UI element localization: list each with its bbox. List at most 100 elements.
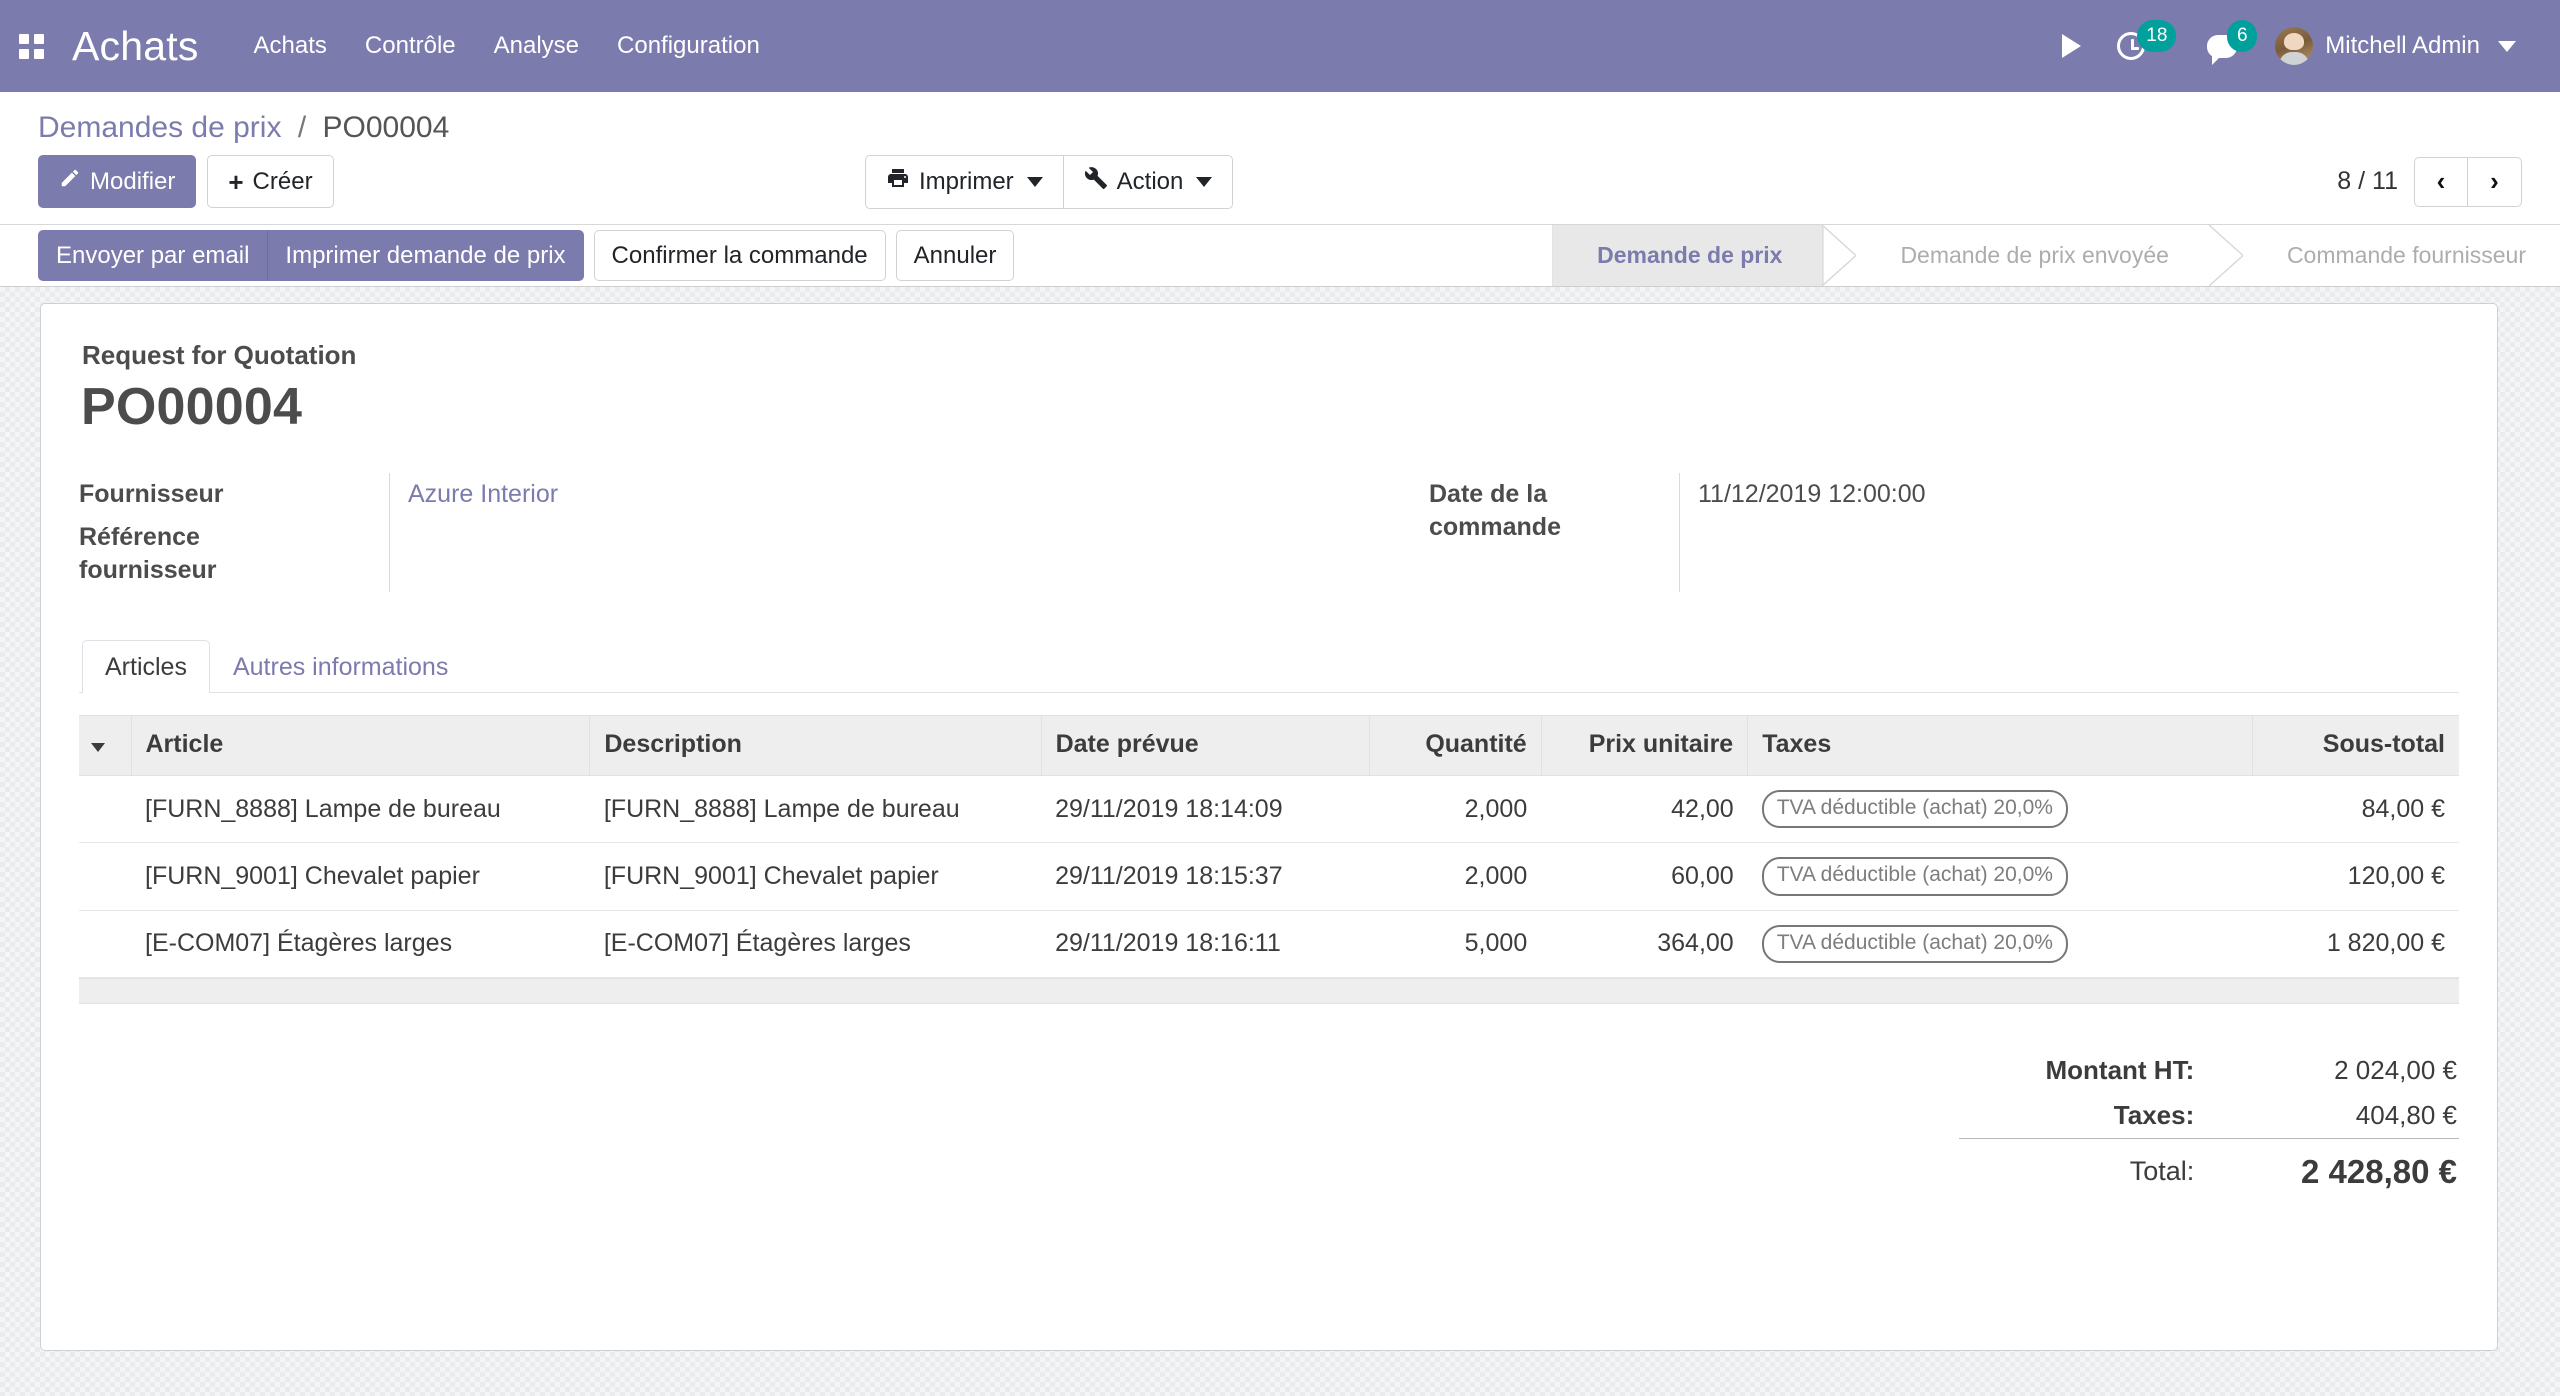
table-header-row: Article Description Date prévue Quantité…	[79, 716, 2459, 776]
cell-article[interactable]: [E-COM07] Étagères larges	[131, 910, 590, 977]
cell-quantity[interactable]: 2,000	[1370, 776, 1541, 843]
printer-icon	[886, 166, 910, 198]
value-taxes: 404,80 €	[2224, 1093, 2459, 1139]
create-button[interactable]: + Créer	[207, 155, 333, 208]
value-reference-fournisseur[interactable]	[408, 516, 829, 586]
sort-handle-column[interactable]	[79, 716, 131, 776]
plus-icon: +	[228, 169, 243, 195]
activity-count-badge: 18	[2137, 20, 2176, 52]
messages-button[interactable]: 6	[2189, 16, 2255, 76]
cell-description[interactable]: [E-COM07] Étagères larges	[590, 910, 1041, 977]
menu-item-achats[interactable]: Achats	[235, 22, 346, 70]
menu-item-analyse[interactable]: Analyse	[475, 22, 598, 70]
column-header-date-prevue[interactable]: Date prévue	[1041, 716, 1370, 776]
column-header-article[interactable]: Article	[131, 716, 590, 776]
row-handle[interactable]	[79, 776, 131, 843]
table-row[interactable]: [FURN_8888] Lampe de bureau [FURN_8888] …	[79, 776, 2459, 843]
edit-button-label: Modifier	[90, 166, 175, 197]
pager-buttons: ‹ ›	[2414, 157, 2522, 207]
print-rfq-button[interactable]: Imprimer demande de prix	[267, 230, 583, 281]
breadcrumb: Demandes de prix / PO00004	[0, 92, 2560, 149]
cell-article[interactable]: [FURN_8888] Lampe de bureau	[131, 776, 590, 843]
cell-description[interactable]: [FURN_9001] Chevalet papier	[590, 843, 1041, 910]
user-menu[interactable]: Mitchell Admin	[2255, 27, 2520, 65]
value-fournisseur[interactable]: Azure Interior	[408, 473, 829, 516]
label-montant-ht: Montant HT:	[1959, 1048, 2224, 1093]
control-panel: Demandes de prix / PO00004 Modifier + Cr…	[0, 92, 2560, 225]
create-button-label: Créer	[253, 166, 313, 197]
tax-badge: TVA déductible (achat) 20,0%	[1762, 925, 2068, 963]
label-total: Total:	[1959, 1138, 2224, 1198]
apps-menu-button[interactable]	[0, 0, 62, 92]
pencil-icon	[59, 166, 81, 197]
table-row[interactable]: [FURN_9001] Chevalet papier [FURN_9001] …	[79, 843, 2459, 910]
stage-commande-fournisseur[interactable]: Commande fournisseur	[2243, 225, 2560, 286]
top-navbar: Achats Achats Contrôle Analyse Configura…	[0, 0, 2560, 92]
label-taxes: Taxes:	[1959, 1093, 2224, 1139]
breadcrumb-root-link[interactable]: Demandes de prix	[38, 111, 281, 144]
print-dropdown-button[interactable]: Imprimer	[865, 155, 1064, 209]
apps-grid-icon	[19, 34, 44, 59]
stage-arrow-icon	[2209, 225, 2243, 286]
form-column-right: Date de la commande 11/12/2019 12:00:00	[1269, 473, 2459, 592]
app-brand-title[interactable]: Achats	[62, 23, 235, 70]
pager-value: 8 / 11	[2337, 167, 2398, 196]
avatar	[2275, 27, 2313, 65]
pager-next-button[interactable]: ›	[2468, 157, 2522, 207]
activities-button[interactable]: 18	[2099, 16, 2163, 76]
cell-taxes[interactable]: TVA déductible (achat) 20,0%	[1748, 910, 2253, 977]
field-values-right: 11/12/2019 12:00:00	[1679, 473, 2119, 592]
statusbar-buttons: Envoyer par email Imprimer demande de pr…	[38, 225, 1014, 286]
row-handle[interactable]	[79, 910, 131, 977]
tab-articles[interactable]: Articles	[82, 640, 210, 693]
print-button-label: Imprimer	[919, 166, 1014, 197]
cell-date[interactable]: 29/11/2019 18:16:11	[1041, 910, 1370, 977]
chevron-down-icon	[1196, 177, 1212, 187]
cell-quantity[interactable]: 5,000	[1370, 910, 1541, 977]
label-reference-fournisseur: Référence fournisseur	[79, 516, 319, 592]
cell-unit-price[interactable]: 42,00	[1541, 776, 1747, 843]
cancel-button[interactable]: Annuler	[896, 230, 1015, 281]
form-fields: Fournisseur Référence fournisseur Azure …	[79, 473, 2459, 592]
cell-unit-price[interactable]: 60,00	[1541, 843, 1747, 910]
cell-subtotal[interactable]: 120,00 €	[2252, 843, 2459, 910]
breadcrumb-current: PO00004	[323, 111, 450, 144]
send-by-email-button[interactable]: Envoyer par email	[38, 230, 267, 281]
column-header-prix-unitaire[interactable]: Prix unitaire	[1541, 716, 1747, 776]
cell-quantity[interactable]: 2,000	[1370, 843, 1541, 910]
field-values-left: Azure Interior	[389, 473, 829, 592]
play-button[interactable]	[2044, 16, 2099, 76]
cell-unit-price[interactable]: 364,00	[1541, 910, 1747, 977]
action-dropdown-button[interactable]: Action	[1064, 155, 1234, 209]
table-row[interactable]: [E-COM07] Étagères larges [E-COM07] Étag…	[79, 910, 2459, 977]
column-header-sous-total[interactable]: Sous-total	[2252, 716, 2459, 776]
menu-item-controle[interactable]: Contrôle	[346, 22, 475, 70]
center-toolbar: Imprimer Action	[865, 155, 1233, 209]
cell-description[interactable]: [FURN_8888] Lampe de bureau	[590, 776, 1041, 843]
column-header-quantite[interactable]: Quantité	[1370, 716, 1541, 776]
cell-subtotal[interactable]: 84,00 €	[2252, 776, 2459, 843]
status-pipeline: Demande de prix Demande de prix envoyée …	[1552, 225, 2560, 286]
stage-arrow-icon	[1822, 225, 1856, 286]
tab-autres-informations[interactable]: Autres informations	[210, 640, 471, 693]
cell-date[interactable]: 29/11/2019 18:15:37	[1041, 843, 1370, 910]
edit-button[interactable]: Modifier	[38, 155, 196, 208]
message-count-badge: 6	[2227, 20, 2257, 52]
row-handle[interactable]	[79, 843, 131, 910]
pager-previous-button[interactable]: ‹	[2414, 157, 2468, 207]
confirm-order-button[interactable]: Confirmer la commande	[594, 230, 886, 281]
cell-taxes[interactable]: TVA déductible (achat) 20,0%	[1748, 843, 2253, 910]
cell-article[interactable]: [FURN_9001] Chevalet papier	[131, 843, 590, 910]
value-date-commande[interactable]: 11/12/2019 12:00:00	[1698, 473, 2119, 516]
stage-demande-de-prix[interactable]: Demande de prix	[1552, 225, 1822, 286]
column-header-taxes[interactable]: Taxes	[1748, 716, 2253, 776]
cell-subtotal[interactable]: 1 820,00 €	[2252, 910, 2459, 977]
menu-item-configuration[interactable]: Configuration	[598, 22, 779, 70]
table-footer-bar	[79, 978, 2459, 1004]
tax-badge: TVA déductible (achat) 20,0%	[1762, 790, 2068, 828]
stage-demande-de-prix-envoyee[interactable]: Demande de prix envoyée	[1856, 225, 2209, 286]
column-header-description[interactable]: Description	[590, 716, 1041, 776]
cell-taxes[interactable]: TVA déductible (achat) 20,0%	[1748, 776, 2253, 843]
cell-date[interactable]: 29/11/2019 18:14:09	[1041, 776, 1370, 843]
document-title: PO00004	[81, 377, 2459, 437]
